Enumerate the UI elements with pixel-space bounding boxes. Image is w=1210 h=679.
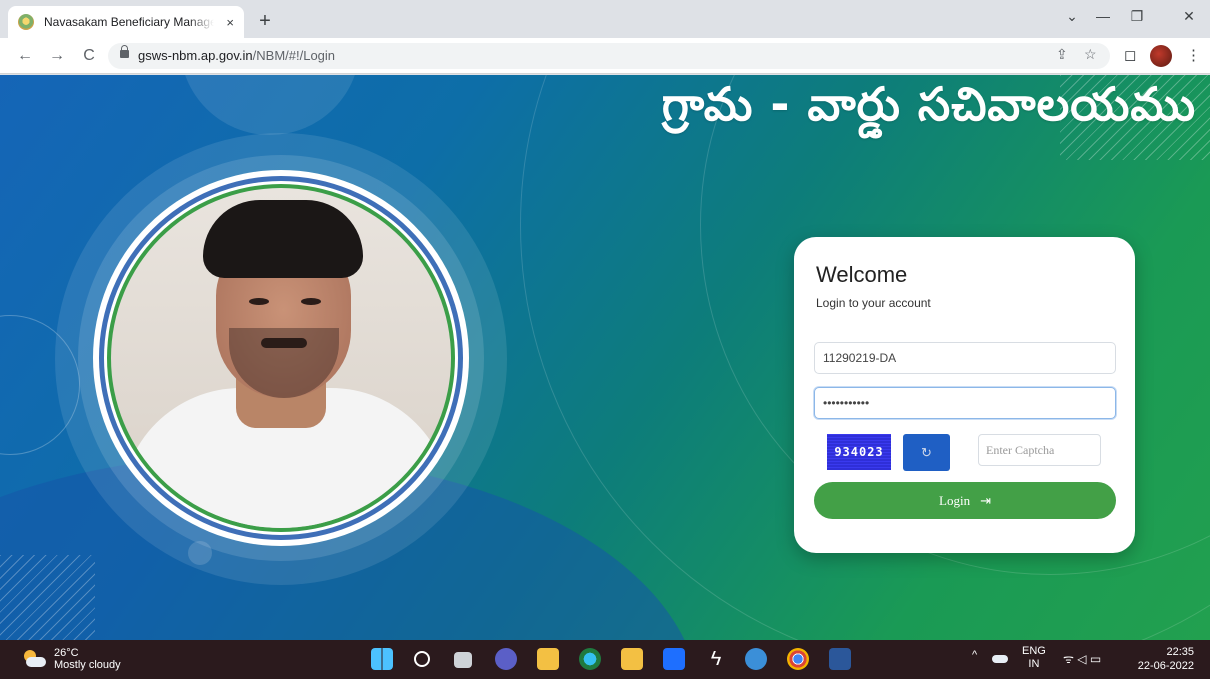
edge-browser-icon[interactable] — [579, 648, 601, 670]
browser-tab[interactable]: Navasakam Beneficiary Management × — [8, 6, 244, 38]
reload-icon[interactable]: C — [78, 45, 100, 67]
word-icon[interactable] — [829, 648, 851, 670]
browser-tabstrip: Navasakam Beneficiary Management × + ⌄ —… — [0, 0, 1210, 38]
sign-in-icon: ⇥ — [980, 492, 991, 508]
clock-date: 22-06-2022 — [1137, 660, 1194, 672]
close-window-icon[interactable]: ✕ — [1174, 8, 1204, 25]
page-title: గ్రామ - వార్డు సచివాలయము — [661, 77, 1196, 131]
tab-close-icon[interactable]: × — [226, 15, 234, 30]
captcha-input[interactable]: Enter Captcha — [978, 434, 1101, 466]
login-card: Welcome Login to your account 11290219-D… — [794, 237, 1135, 553]
captcha-refresh-button[interactable]: ↻ — [903, 434, 950, 471]
login-button[interactable]: Login ⇥ — [814, 482, 1116, 519]
site-favicon-icon — [18, 14, 34, 30]
login-subtitle: Login to your account — [816, 296, 931, 310]
minimize-icon[interactable]: — — [1088, 8, 1118, 24]
search-icon[interactable] — [414, 651, 430, 667]
username-field[interactable]: 11290219-DA — [814, 342, 1116, 374]
share-icon[interactable]: ⇪ — [1056, 46, 1068, 63]
new-tab-button[interactable]: + — [252, 9, 278, 35]
lock-icon[interactable] — [120, 45, 129, 58]
webex-icon[interactable] — [745, 648, 767, 670]
weather-temperature: 26°C — [54, 647, 79, 659]
dropbox-icon[interactable] — [663, 648, 685, 670]
os-taskbar: 26°C Mostly cloudy ϟ ^ ENG IN ᯤ ◁ ▭ 22:3… — [0, 640, 1210, 679]
weather-widget[interactable]: 26°C Mostly cloudy — [22, 647, 121, 671]
refresh-icon: ↻ — [921, 444, 932, 460]
tray-overflow-icon[interactable]: ^ — [972, 649, 977, 661]
partly-cloudy-icon — [22, 650, 46, 668]
login-page: గ్రామ - వార్డు సచివాలయము Welcome Login t… — [0, 75, 1210, 640]
url-path: /NBM/#!/Login — [252, 48, 336, 63]
url-text[interactable]: gsws-nbm.ap.gov.in/NBM/#!/Login — [138, 48, 335, 63]
password-field[interactable]: ••••••••••• — [814, 387, 1116, 419]
captcha-image: 934023 — [827, 434, 891, 470]
forward-icon[interactable]: → — [46, 45, 68, 67]
start-menu-icon[interactable] — [371, 648, 393, 670]
language-code: ENG — [1022, 645, 1046, 657]
wifi-volume-battery-icons[interactable]: ᯤ ◁ ▭ — [1063, 650, 1101, 667]
file-explorer-icon[interactable] — [537, 648, 559, 670]
language-indicator[interactable]: ENG IN — [1022, 645, 1046, 671]
system-clock[interactable]: 22:35 22-06-2022 — [1138, 645, 1194, 673]
bookmark-star-icon[interactable]: ☆ — [1084, 46, 1097, 63]
leader-portrait-image — [111, 188, 451, 528]
lightning-app-icon[interactable]: ϟ — [705, 648, 727, 670]
browser-menu-icon[interactable]: ⋮ — [1186, 46, 1201, 64]
restore-icon[interactable]: ❐ — [1122, 8, 1152, 25]
chrome-browser-icon[interactable] — [787, 648, 809, 670]
teams-chat-icon[interactable] — [495, 648, 517, 670]
login-heading: Welcome — [816, 262, 908, 287]
address-bar[interactable]: gsws-nbm.ap.gov.in/NBM/#!/Login ⇪ ☆ — [108, 43, 1110, 69]
profile-avatar[interactable] — [1150, 45, 1172, 67]
back-icon[interactable]: ← — [14, 45, 36, 67]
tab-search-icon[interactable]: ⌄ — [1057, 8, 1087, 25]
weather-condition: Mostly cloudy — [54, 659, 121, 671]
tab-title: Navasakam Beneficiary Management — [44, 15, 214, 29]
task-view-icon[interactable] — [454, 652, 472, 668]
onedrive-cloud-icon[interactable] — [992, 655, 1008, 663]
hatch-pattern — [0, 555, 95, 640]
microsoft-store-icon[interactable] — [621, 648, 643, 670]
browser-toolbar: ← → C gsws-nbm.ap.gov.in/NBM/#!/Login ⇪ … — [0, 38, 1210, 74]
url-host: gsws-nbm.ap.gov.in — [138, 48, 253, 63]
region-code: IN — [1028, 658, 1040, 670]
side-panel-icon[interactable]: ◻ — [1124, 46, 1136, 64]
login-button-label: Login — [939, 492, 971, 508]
portrait-frame — [93, 170, 469, 546]
clock-time: 22:35 — [1166, 646, 1194, 658]
decorative-circle — [180, 75, 360, 135]
